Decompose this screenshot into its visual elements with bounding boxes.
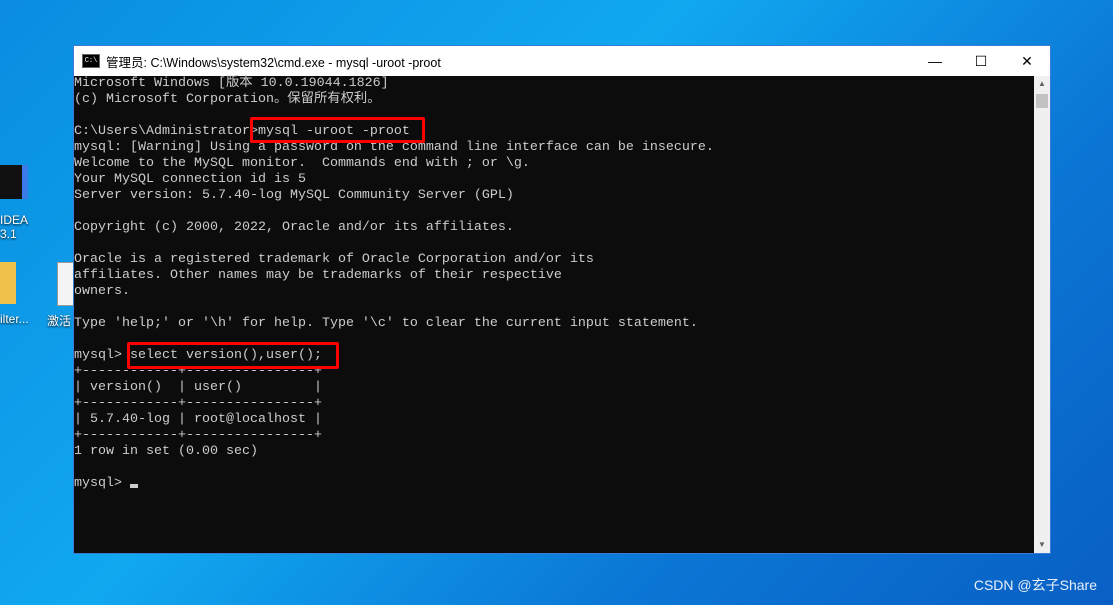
idea-icon (0, 165, 28, 199)
console-line: (c) Microsoft Corporation。保留所有权利。 (74, 92, 381, 107)
console-line: Welcome to the MySQL monitor. Commands e… (74, 156, 530, 171)
desktop-icon-label: ilter... (0, 312, 29, 326)
console-line: C:\Users\Administrator>mysql -uroot -pro… (74, 124, 410, 139)
close-button[interactable]: ✕ (1004, 46, 1050, 76)
zip-folder-icon (0, 262, 16, 304)
console-line: 1 row in set (0.00 sec) (74, 444, 258, 459)
console-line: owners. (74, 284, 130, 299)
console-output[interactable]: Microsoft Windows [版本 10.0.19044.1826] (c… (74, 76, 1034, 553)
console-line: +------------+----------------+ (74, 396, 322, 411)
console-line: | version() | user() | (74, 380, 322, 395)
console-line: Oracle is a registered trademark of Orac… (74, 252, 594, 267)
scroll-down-arrow-icon[interactable]: ▼ (1034, 537, 1050, 553)
scroll-up-arrow-icon[interactable]: ▲ (1034, 76, 1050, 92)
scrollbar-thumb[interactable] (1036, 94, 1048, 108)
csdn-watermark: CSDN @玄子Share (973, 577, 1097, 593)
console-line: mysql: [Warning] Using a password on the… (74, 140, 714, 155)
desktop-icon-label: IDEA (0, 213, 29, 227)
vertical-scrollbar[interactable]: ▲ ▼ (1034, 76, 1050, 553)
maximize-button[interactable]: ☐ (958, 46, 1004, 76)
cmd-icon: C:\ (82, 54, 100, 68)
console-line: Server version: 5.7.40-log MySQL Communi… (74, 188, 514, 203)
highlight-box-login-command (250, 117, 425, 143)
current-prompt-line[interactable]: mysql> (74, 476, 1034, 492)
console-line: Microsoft Windows [版本 10.0.19044.1826] (74, 76, 389, 91)
console-line: Your MySQL connection id is 5 (74, 172, 306, 187)
window-title: 管理员: C:\Windows\system32\cmd.exe - mysql… (106, 55, 441, 70)
title-bar[interactable]: C:\ 管理员: C:\Windows\system32\cmd.exe - m… (74, 46, 1050, 76)
console-line: | 5.7.40-log | root@localhost | (74, 412, 322, 427)
minimize-button[interactable]: — (912, 46, 958, 76)
console-line: Type 'help;' or '\h' for help. Type '\c'… (74, 316, 698, 331)
desktop-icon-idea[interactable]: IDEA 3.1 (0, 165, 28, 241)
console-line: +------------+----------------+ (74, 428, 322, 443)
prompt: mysql> (74, 476, 130, 491)
cmd-window: C:\ 管理员: C:\Windows\system32\cmd.exe - m… (73, 45, 1051, 554)
text-cursor (130, 484, 138, 488)
console-line: affiliates. Other names may be trademark… (74, 268, 562, 283)
console-line: Copyright (c) 2000, 2022, Oracle and/or … (74, 220, 514, 235)
highlight-box-select-query (127, 342, 339, 369)
desktop-icon-sublabel: 3.1 (0, 227, 17, 241)
desktop-icon-archive[interactable]: ilter... (0, 262, 29, 326)
